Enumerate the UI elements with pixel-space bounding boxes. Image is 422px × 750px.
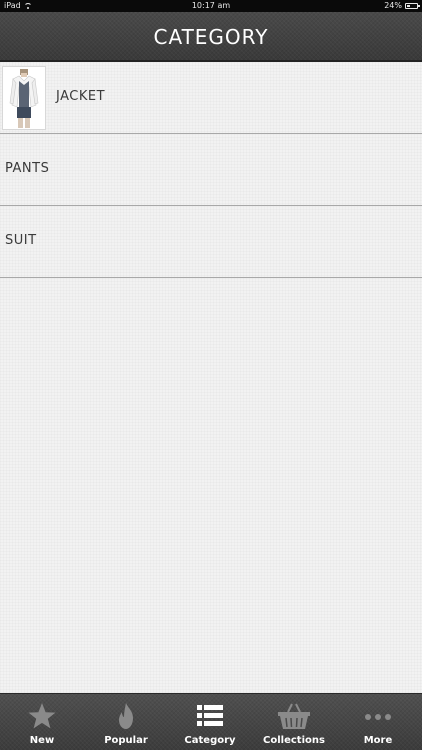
category-item-suit[interactable]: SUIT [0,206,422,278]
jacket-image-icon [3,67,45,129]
list-icon [197,705,223,726]
category-list: JACKET PANTS SUIT [0,62,422,278]
tab-collections[interactable]: Collections [252,694,336,750]
tab-label: New [29,735,55,746]
category-label: SUIT [5,233,37,248]
tab-label: More [363,735,393,746]
tab-more[interactable]: More [336,694,420,750]
jacket-thumbnail [2,66,46,130]
basket-icon [278,703,310,729]
tab-bar: New Popular Category Collections More [0,693,422,750]
status-right: 24% [384,0,420,12]
tab-category[interactable]: Category [168,694,252,750]
tab-label: Popular [104,735,148,746]
tab-popular[interactable]: Popular [84,694,168,750]
tab-new[interactable]: New [0,694,84,750]
battery-percent: 24% [384,1,402,10]
nav-bar: CATEGORY [0,12,422,62]
battery-icon [405,3,420,9]
tab-label: Category [184,735,236,746]
category-item-pants[interactable]: PANTS [0,134,422,206]
flame-icon [119,703,133,729]
category-label: JACKET [56,89,106,104]
more-dots-icon [365,714,391,720]
star-icon [28,703,56,729]
category-item-jacket[interactable]: JACKET [0,62,422,134]
page-title: CATEGORY [153,25,269,49]
app-screen: iPad 10:17 am 24% CATEGORY JACKET PANTS … [0,0,422,750]
tab-label: Collections [263,735,325,746]
status-time: 10:17 am [191,1,231,10]
status-bar: iPad 10:17 am 24% [0,0,422,12]
category-label: PANTS [5,161,50,176]
